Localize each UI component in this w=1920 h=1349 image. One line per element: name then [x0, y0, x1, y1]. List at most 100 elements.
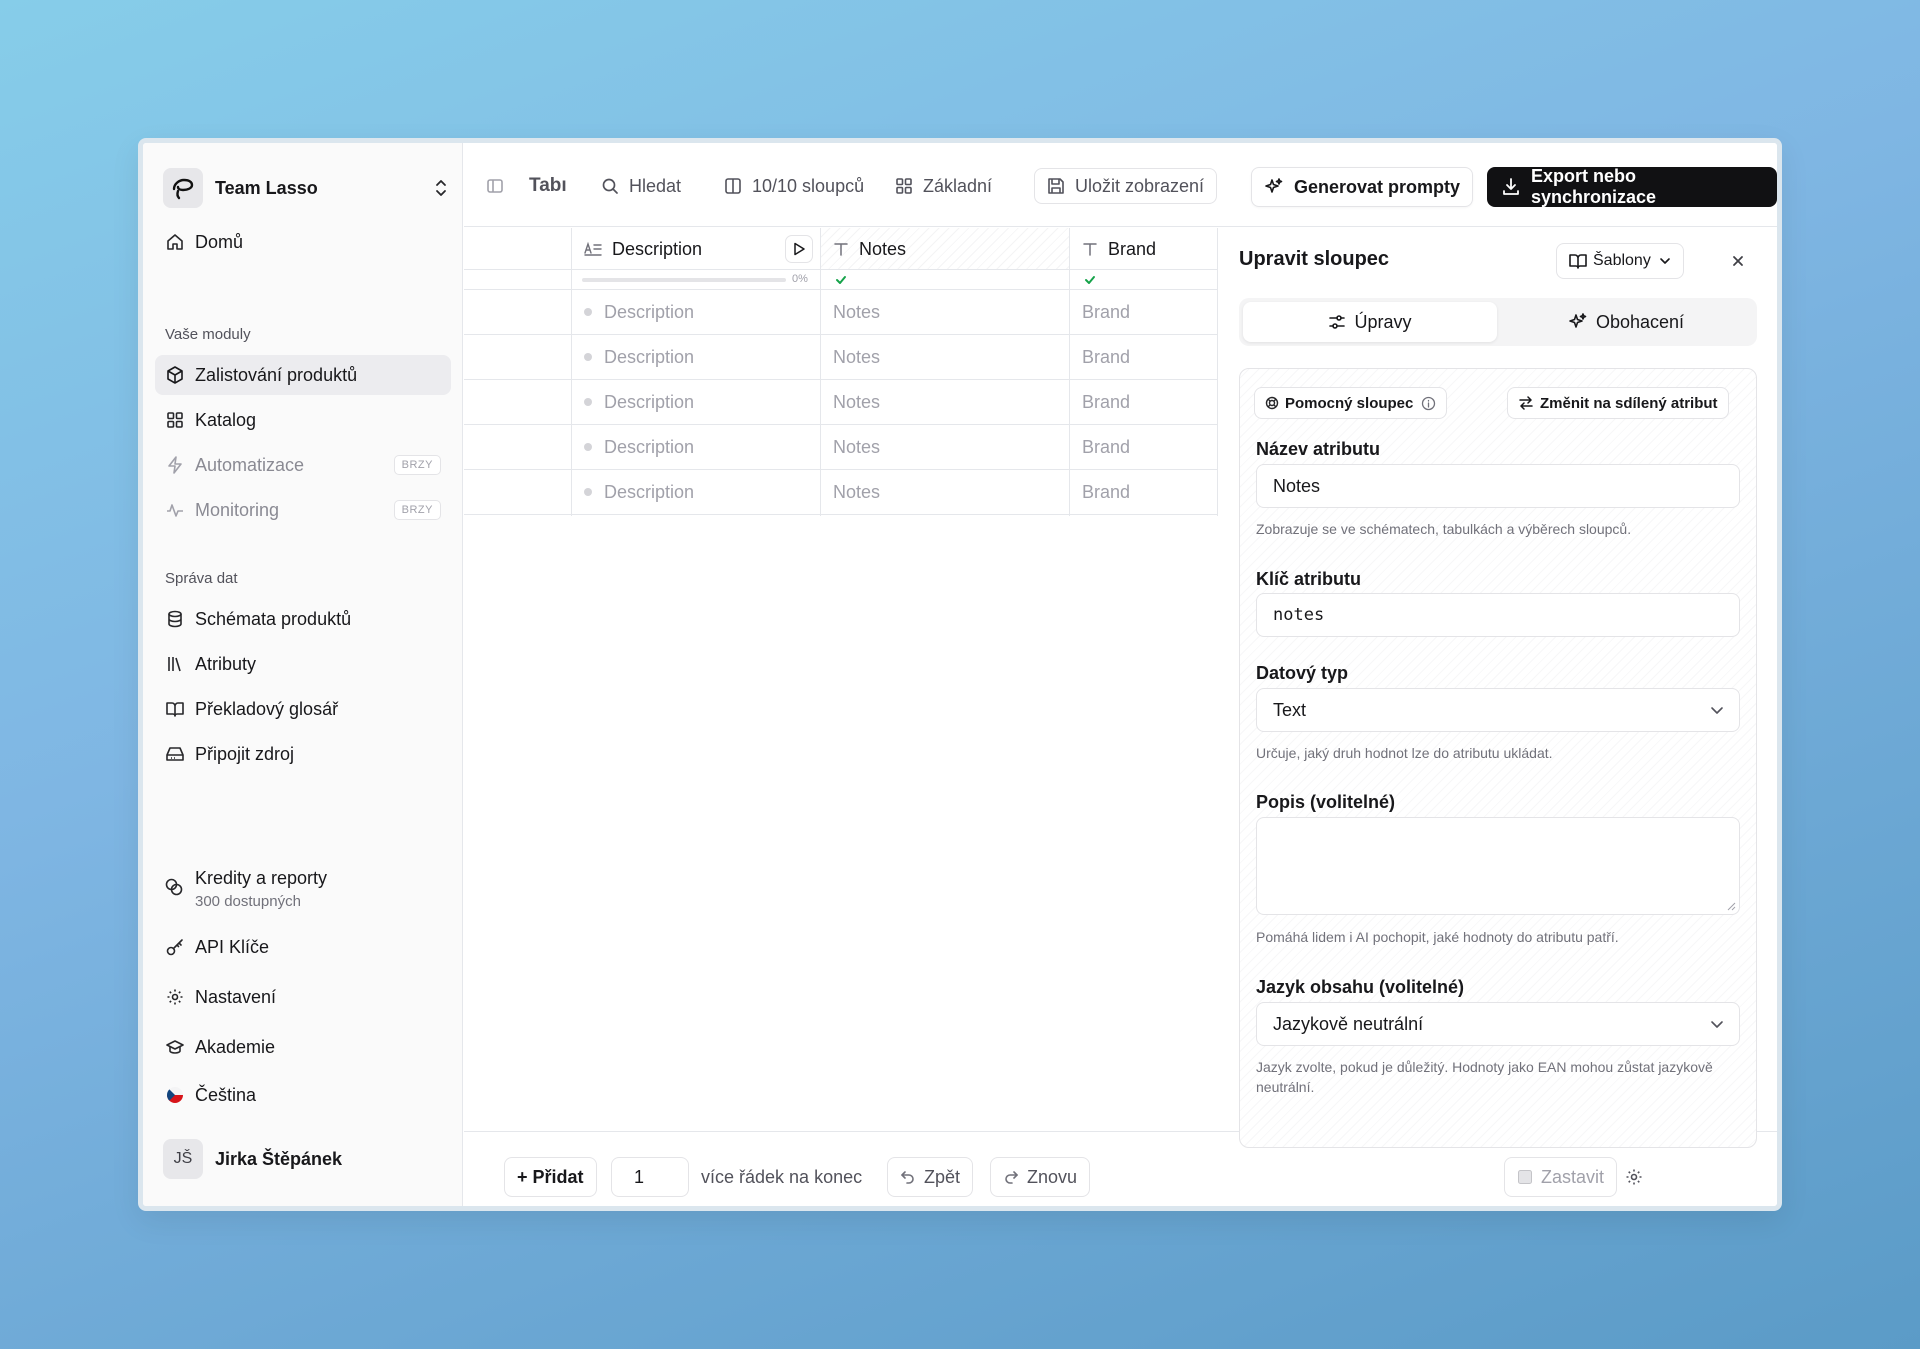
resize-handle-icon[interactable] [1726, 901, 1736, 911]
cell-description[interactable]: Description [572, 290, 694, 334]
attribute-key-input[interactable]: notes [1256, 593, 1740, 637]
content-language-select[interactable]: Jazykově neutrální [1256, 1002, 1740, 1046]
toggle-sidebar-button[interactable] [486, 167, 504, 205]
cell-notes[interactable]: Notes [821, 290, 880, 334]
helper-circle-icon [1265, 396, 1279, 410]
sidebar-item-attributes[interactable]: Atributy [155, 644, 451, 684]
table-tab[interactable]: Tabı [529, 167, 569, 205]
sidebar-item-connect-source[interactable]: Připojit zdroj [155, 734, 451, 774]
stop-button[interactable]: Zastavit [1504, 1157, 1618, 1197]
cell-text: Brand [1082, 481, 1131, 502]
cell-brand[interactable]: Brand [1070, 335, 1130, 379]
header-label: Description [612, 238, 703, 259]
sidebar-item-api-keys[interactable]: API Klíče [155, 927, 451, 967]
generate-prompts-button[interactable]: Generovat prompty [1251, 167, 1474, 207]
attribute-name-input[interactable]: Notes [1256, 464, 1740, 508]
sidebar-item-academy[interactable]: Akademie [155, 1027, 451, 1067]
book-icon [165, 699, 185, 719]
data-type-select[interactable]: Text [1256, 688, 1740, 732]
cell-description[interactable]: Description [572, 470, 694, 514]
columns-button[interactable]: 10/10 sloupců [724, 167, 864, 205]
cell-text: Notes [833, 346, 881, 367]
grid-empty-area [464, 516, 1218, 1131]
sidebar-item-home[interactable]: Domů [155, 222, 451, 262]
cell-notes[interactable]: Notes [821, 380, 880, 424]
convert-shared-label: Změnit na sdílený atribut [1540, 394, 1718, 412]
swap-arrows-icon [1518, 395, 1534, 411]
sidebar-item-credits[interactable]: Kredity a reporty 300 dostupných [165, 868, 327, 910]
table-row[interactable]: Description Notes Brand [464, 335, 1218, 380]
data-type-value: Text [1273, 699, 1307, 720]
notes-status-check-icon [835, 274, 847, 286]
info-icon[interactable] [1421, 396, 1436, 411]
cell-description[interactable]: Description [572, 425, 694, 469]
panel-title: Upravit sloupec [1239, 248, 1390, 270]
table-row[interactable]: Description Notes Brand [464, 380, 1218, 425]
text-type-icon [1082, 241, 1098, 257]
sidebar-item-catalog[interactable]: Katalog [155, 400, 451, 440]
cell-notes[interactable]: Notes [821, 425, 880, 469]
sidebar-item-glossary[interactable]: Překladový glosář [155, 689, 451, 729]
sidebar-item-label: Domů [195, 231, 244, 252]
add-rows-button[interactable]: + Přidat [504, 1157, 597, 1197]
sidebar-item-language[interactable]: Čeština [155, 1075, 451, 1115]
cell-brand[interactable]: Brand [1070, 425, 1130, 469]
cell-text: Description [604, 391, 695, 412]
app-window: Team Lasso Domů Vaše moduly Zalistování … [138, 138, 1782, 1211]
cell-text: Notes [833, 391, 881, 412]
cell-notes[interactable]: Notes [821, 470, 880, 514]
undo-label: Zpět [924, 1166, 961, 1187]
search-button[interactable]: Hledat [601, 167, 681, 205]
cell-notes[interactable]: Notes [821, 335, 880, 379]
helper-column-chip[interactable]: Pomocný sloupec [1254, 387, 1448, 419]
sidebar-item-monitoring[interactable]: Monitoring BRZY [155, 490, 451, 530]
table-row[interactable]: Description Notes Brand [464, 425, 1218, 470]
header-description[interactable]: Description [572, 228, 821, 270]
cell-brand[interactable]: Brand [1070, 290, 1130, 334]
header-label: Notes [859, 238, 907, 259]
sidebar-item-settings[interactable]: Nastavení [155, 977, 451, 1017]
tab-edits[interactable]: Úpravy [1243, 302, 1497, 342]
redo-button[interactable]: Znovu [990, 1157, 1091, 1197]
view-label: Základní [923, 175, 993, 196]
save-view-button[interactable]: Uložit zobrazení [1034, 168, 1218, 204]
team-switcher[interactable]: Team Lasso [163, 167, 453, 209]
tab-enrichment[interactable]: Obohacení [1499, 302, 1753, 342]
columns-label: 10/10 sloupců [752, 175, 865, 196]
cell-brand[interactable]: Brand [1070, 380, 1130, 424]
cell-description[interactable]: Description [572, 380, 694, 424]
undo-button[interactable]: Zpět [887, 1157, 974, 1197]
sparkles-icon [1264, 177, 1284, 197]
sidebar-item-product-listing[interactable]: Zalistování produktů [155, 355, 451, 395]
description-label: Popis (volitelné) [1256, 792, 1396, 812]
cell-text: Description [604, 436, 695, 457]
header-brand[interactable]: Brand [1070, 228, 1218, 270]
cell-description[interactable]: Description [572, 335, 694, 379]
run-column-button[interactable] [785, 235, 813, 263]
close-panel-button[interactable] [1727, 250, 1749, 272]
chevron-down-icon [1659, 255, 1671, 267]
chevron-down-icon [1709, 702, 1725, 718]
description-textarea[interactable] [1256, 817, 1740, 915]
templates-button[interactable]: Šablony [1556, 243, 1684, 279]
cell-brand[interactable]: Brand [1070, 470, 1130, 514]
tab-label: Úpravy [1354, 311, 1412, 332]
attribute-key-label: Klíč atributu [1256, 569, 1362, 589]
table-row[interactable]: Description Notes Brand [464, 290, 1218, 335]
attribute-name-label: Název atributu [1256, 439, 1381, 459]
footer-settings-button[interactable] [1625, 1157, 1643, 1197]
user-profile[interactable]: JŠ Jirka Štěpánek [163, 1139, 342, 1179]
view-button[interactable]: Základní [895, 167, 992, 205]
row-count-input[interactable] [611, 1157, 689, 1197]
play-icon [794, 242, 805, 256]
table-row[interactable]: Description Notes Brand [464, 470, 1218, 515]
text-align-icon [584, 241, 602, 257]
soon-badge: BRZY [393, 455, 441, 475]
home-icon [165, 232, 185, 252]
header-notes[interactable]: Notes [821, 228, 1070, 270]
sidebar-item-schemas[interactable]: Schémata produktů [155, 599, 451, 639]
sidebar-item-automation[interactable]: Automatizace BRZY [155, 445, 451, 485]
convert-shared-attribute-button[interactable]: Změnit na sdílený atribut [1507, 387, 1729, 419]
content-language-help: Jazyk zvolte, pokud je důležitý. Hodnoty… [1256, 1059, 1713, 1095]
export-sync-button[interactable]: Export nebo synchronizace [1487, 166, 1777, 207]
